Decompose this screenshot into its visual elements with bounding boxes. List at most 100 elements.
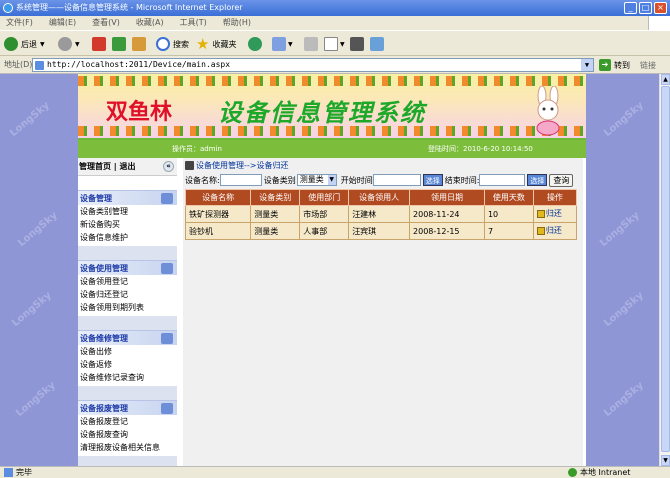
title-bar: 系统管理——设备信息管理系统 - Microsoft Internet Expl… bbox=[0, 0, 670, 16]
address-bar: 地址(D) http://localhost:2011/Device/main.… bbox=[0, 56, 670, 74]
table-header-row: 设备名称 设备类别 使用部门 设备领用人 领用日期 使用天数 操作 bbox=[184, 189, 578, 206]
stop-button[interactable] bbox=[92, 35, 106, 53]
nav-item-scrap-clean[interactable]: 清理报废设备相关信息 bbox=[78, 441, 177, 454]
return-label: 归还 bbox=[545, 226, 562, 236]
back-button[interactable]: 后退 ▼ bbox=[4, 35, 45, 53]
address-input[interactable]: http://localhost:2011/Device/main.aspx ▼ bbox=[32, 58, 594, 72]
menu-file[interactable]: 文件(F) bbox=[6, 16, 33, 30]
scroll-up-icon[interactable]: ▲ bbox=[661, 74, 670, 85]
nav-item-due-list[interactable]: 设备领用到期列表 bbox=[78, 301, 177, 314]
nav-item-scrap-register[interactable]: 设备报废登记 bbox=[78, 415, 177, 428]
watermark: LongSky bbox=[10, 289, 54, 330]
section-title-text: 设备维修管理 bbox=[80, 334, 128, 343]
search-icon bbox=[156, 37, 170, 51]
carrot-border-top bbox=[78, 76, 586, 86]
favorites-button[interactable]: ★ 收藏夹 bbox=[196, 35, 236, 53]
nav-section-title[interactable]: 设备使用管理 bbox=[78, 260, 177, 275]
mail-button[interactable]: ▼ bbox=[272, 35, 293, 53]
return-button[interactable]: 归还 bbox=[536, 208, 562, 219]
nav-item-category[interactable]: 设备类别管理 bbox=[78, 205, 177, 218]
col-department: 使用部门 bbox=[299, 189, 350, 206]
links-button[interactable]: 链接 bbox=[640, 60, 656, 71]
start-time-input[interactable] bbox=[372, 174, 421, 186]
banner-title-green: 设备信息管理系统 bbox=[218, 98, 426, 127]
address-dropdown-icon[interactable]: ▼ bbox=[581, 59, 593, 71]
nav-item-maintain[interactable]: 设备信息维护 bbox=[78, 231, 177, 244]
nav-section-title[interactable]: 设备维修管理 bbox=[78, 330, 177, 345]
home-button[interactable] bbox=[132, 35, 146, 53]
search-button[interactable]: 搜索 bbox=[156, 35, 189, 53]
discuss-button[interactable] bbox=[350, 35, 364, 53]
cell-department: 人事部 bbox=[299, 222, 350, 240]
nav-item-back-repair[interactable]: 设备返修 bbox=[78, 358, 177, 371]
scroll-down-icon[interactable]: ▼ bbox=[661, 455, 670, 466]
forward-button[interactable]: ▼ bbox=[58, 35, 80, 53]
watermark: LongSky bbox=[598, 209, 642, 250]
query-button[interactable]: 查询 bbox=[549, 173, 574, 187]
menu-edit[interactable]: 编辑(E) bbox=[49, 16, 76, 30]
back-label: 后退 bbox=[21, 39, 37, 49]
end-pick-button[interactable]: 选择 bbox=[527, 174, 548, 186]
col-device-name: 设备名称 bbox=[184, 189, 252, 206]
menu-bar: 文件(F) 编辑(E) 查看(V) 收藏(A) 工具(T) 帮助(H) bbox=[0, 16, 670, 30]
print-icon bbox=[304, 37, 318, 51]
vertical-scrollbar[interactable]: ▲ ▼ bbox=[659, 74, 670, 466]
nav-item-borrow[interactable]: 设备领用登记 bbox=[78, 275, 177, 288]
messenger-icon bbox=[370, 37, 384, 51]
section-title-text: 设备报废管理 bbox=[80, 404, 128, 413]
nav-item-send-repair[interactable]: 设备出修 bbox=[78, 345, 177, 358]
lock-icon bbox=[536, 209, 545, 218]
nav-section-title[interactable]: 设备管理 bbox=[78, 190, 177, 205]
usage-icon bbox=[161, 263, 173, 274]
edit-button[interactable]: ▼ bbox=[324, 35, 345, 53]
go-arrow-icon[interactable]: ➔ bbox=[599, 59, 611, 71]
nav-item-purchase[interactable]: 新设备购买 bbox=[78, 218, 177, 231]
browser-toolbar: 后退 ▼ ▼ 搜索 ★ 收藏夹 ▼ ▼ bbox=[0, 30, 670, 56]
go-button[interactable]: 转到 bbox=[614, 60, 630, 71]
print-button[interactable] bbox=[304, 35, 318, 53]
nav-gap bbox=[78, 316, 177, 330]
watermark: LongSky bbox=[14, 379, 58, 420]
category-value: 测量类 bbox=[299, 175, 324, 184]
cell-days: 10 bbox=[483, 205, 534, 223]
menu-favorites[interactable]: 收藏(A) bbox=[136, 16, 164, 30]
name-label: 设备名称: bbox=[185, 175, 220, 185]
mail-dropdown-icon[interactable]: ▼ bbox=[288, 41, 293, 48]
collapse-icon[interactable]: « bbox=[163, 161, 174, 172]
edit-dropdown-icon[interactable]: ▼ bbox=[340, 41, 345, 48]
cell-device-name: 铁矿探测器 bbox=[184, 205, 252, 223]
return-button[interactable]: 归还 bbox=[536, 225, 562, 236]
info-bar: 操作员：admin 登陆时间：2010-6-20 10:14:50 bbox=[78, 140, 586, 158]
nav-item-scrap-query[interactable]: 设备报废查询 bbox=[78, 428, 177, 441]
discuss-icon bbox=[350, 37, 364, 51]
media-button[interactable] bbox=[248, 35, 262, 53]
minimize-button[interactable]: _ bbox=[624, 2, 637, 14]
close-button[interactable]: × bbox=[654, 2, 667, 14]
messenger-button[interactable] bbox=[370, 35, 384, 53]
breadcrumb-icon bbox=[185, 161, 194, 170]
watermark: LongSky bbox=[602, 99, 646, 140]
cell-action: 归还 bbox=[532, 222, 578, 240]
cell-borrower: 汪宾琪 bbox=[348, 222, 411, 240]
back-dropdown-icon[interactable]: ▼ bbox=[40, 41, 45, 48]
forward-dropdown-icon[interactable]: ▼ bbox=[75, 41, 80, 48]
nav-item-return[interactable]: 设备归还登记 bbox=[78, 288, 177, 301]
end-time-label: 结束时间: bbox=[444, 175, 480, 185]
menu-tools[interactable]: 工具(T) bbox=[180, 16, 207, 30]
end-time-input[interactable] bbox=[479, 174, 526, 186]
ie-window: 系统管理——设备信息管理系统 - Microsoft Internet Expl… bbox=[0, 0, 670, 478]
scroll-thumb[interactable] bbox=[661, 86, 670, 452]
nav-section-title[interactable]: 设备报废管理 bbox=[78, 400, 177, 415]
watermark: LongSky bbox=[602, 379, 646, 420]
home-exit-links[interactable]: 管理首页 | 退出 bbox=[79, 162, 136, 171]
watermark: LongSky bbox=[16, 209, 60, 250]
maximize-button[interactable]: □ bbox=[639, 2, 652, 14]
device-name-input[interactable] bbox=[219, 174, 262, 186]
start-pick-button[interactable]: 选择 bbox=[422, 174, 443, 186]
menu-view[interactable]: 查看(V) bbox=[92, 16, 120, 30]
devices-icon bbox=[161, 193, 173, 204]
refresh-button[interactable] bbox=[112, 35, 126, 53]
category-select[interactable]: 测量类 ▼ bbox=[296, 174, 337, 186]
menu-help[interactable]: 帮助(H) bbox=[223, 16, 251, 30]
nav-item-repair-records[interactable]: 设备维修记录查询 bbox=[78, 371, 177, 384]
